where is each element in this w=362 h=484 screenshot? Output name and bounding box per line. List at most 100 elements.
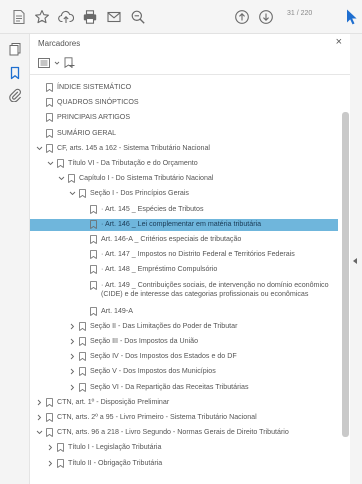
chevron-down-icon[interactable]	[47, 160, 54, 167]
bookmark-icon	[46, 413, 53, 422]
bookmark-label: CTN, arts. 2º a 95 - Livro Primeiro - Si…	[57, 413, 257, 421]
bookmark-label: CF, arts. 145 a 162 - Sistema Tributário…	[57, 143, 210, 152]
panel-title: Marcadores	[38, 39, 81, 48]
chevron-down-icon[interactable]	[69, 190, 76, 197]
bookmark-item[interactable]: Seção II - Das Limitações do Poder de Tr…	[30, 321, 338, 336]
bookmark-item[interactable]: Seção VI - Da Repartição das Receitas Tr…	[30, 382, 338, 397]
bookmark-item[interactable]: ÍNDICE SISTEMÁTICO	[30, 82, 338, 97]
page-down-icon[interactable]	[258, 9, 274, 25]
email-icon[interactable]	[106, 9, 122, 25]
chevron-right-icon[interactable]	[47, 444, 54, 451]
chevron-right-icon[interactable]	[69, 384, 76, 391]
close-icon[interactable]: ×	[336, 37, 342, 48]
chevron-right-icon[interactable]	[69, 338, 76, 345]
pages-icon[interactable]	[8, 42, 22, 56]
bookmark-item[interactable]: Seção V - Dos Impostos dos Municípios	[30, 366, 338, 381]
bookmark-label: Seção V - Dos Impostos dos Municípios	[90, 367, 216, 376]
bookmark-label: · Art. 149 _ Contribuições sociais, de i…	[101, 280, 329, 298]
bookmark-item[interactable]: Seção IV - Dos Impostos dos Estados e do…	[30, 351, 338, 366]
bookmark-item[interactable]: CTN, arts. 2º a 95 - Livro Primeiro - Si…	[30, 412, 338, 427]
cursor-icon[interactable]	[344, 8, 358, 26]
bookmark-icon	[90, 306, 97, 316]
bookmark-icon	[57, 458, 64, 468]
bookmark-label: Título I - Legislação Tributária	[68, 443, 162, 452]
bookmark-item[interactable]: Título VI - Da Tributação e do Orçamento	[30, 158, 338, 173]
zoom-icon[interactable]	[130, 9, 146, 25]
bookmarks-icon[interactable]	[8, 66, 22, 80]
chevron-right-icon[interactable]	[36, 399, 43, 406]
bookmark-item[interactable]: Capítulo I - Do Sistema Tributário Nacio…	[30, 173, 338, 188]
bookmark-item[interactable]: Art. 149-A	[30, 306, 338, 321]
star-icon[interactable]	[34, 9, 50, 25]
bookmark-icon	[46, 397, 53, 407]
bookmark-icon	[90, 265, 97, 275]
panel-toolbar	[38, 56, 75, 70]
bookmark-label: · Art. 145 _ Espécies de Tributos	[101, 204, 204, 213]
bookmark-label: Seção VI - Da Repartição das Receitas Tr…	[90, 382, 249, 391]
bookmark-item[interactable]: CF, arts. 145 a 162 - Sistema Tributário…	[30, 143, 338, 158]
bookmark-item-selected[interactable]: · Art. 146 _ Lei complementar em matéria…	[30, 218, 338, 231]
add-bookmark-icon[interactable]	[64, 57, 75, 69]
chevron-right-icon[interactable]	[69, 353, 76, 360]
page-up-icon[interactable]	[234, 9, 250, 25]
bookmark-label: Art. 146-A _ Critérios especiais de trib…	[101, 235, 242, 243]
bookmark-item[interactable]: Seção III - Dos Impostos da União	[30, 336, 338, 351]
collapse-panel-arrow-icon[interactable]	[353, 258, 357, 264]
bookmark-icon	[79, 367, 86, 377]
bookmark-icon	[57, 443, 64, 453]
bookmark-icon	[57, 159, 64, 168]
bookmark-item[interactable]: CTN, art. 1º - Disposição Preliminar	[30, 397, 338, 412]
bookmark-label: SUMÁRIO GERAL	[57, 128, 117, 137]
left-rail	[0, 34, 30, 484]
bookmark-label: PRINCIPAIS ARTIGOS	[57, 113, 131, 122]
bookmark-item[interactable]: PRINCIPAIS ARTIGOS	[30, 112, 338, 127]
bookmark-label: ÍNDICE SISTEMÁTICO	[57, 83, 132, 91]
bookmark-label: Seção III - Dos Impostos da União	[90, 337, 199, 345]
bookmark-item[interactable]: SUMÁRIO GERAL	[30, 128, 338, 143]
attachment-icon[interactable]	[8, 88, 22, 102]
bookmark-item[interactable]: QUADROS SINÓPTICOS	[30, 97, 338, 112]
panel-divider	[30, 74, 350, 75]
chevron-down-icon[interactable]	[36, 429, 43, 436]
bookmark-item[interactable]: Art. 146-A _ Critérios especiais de trib…	[30, 234, 338, 249]
upload-icon[interactable]	[58, 9, 74, 25]
bookmark-label: · Art. 148 _ Empréstimo Compulsório	[101, 265, 218, 274]
bookmark-icon	[90, 204, 97, 214]
bookmark-item[interactable]: Título I - Legislação Tributária	[30, 442, 338, 457]
bookmark-label: Título VI - Da Tributação e do Orçamento	[68, 159, 198, 167]
chevron-down-icon[interactable]	[54, 60, 60, 66]
bookmark-label: · Art. 146 _ Lei complementar em matéria…	[101, 219, 262, 228]
options-icon[interactable]	[38, 58, 50, 68]
chevron-down-icon[interactable]	[36, 145, 43, 152]
page-indicator[interactable]: 31 / 220	[287, 10, 312, 17]
bookmark-icon	[46, 143, 53, 153]
bookmark-item[interactable]: · Art. 145 _ Espécies de Tributos	[30, 204, 338, 219]
top-toolbar: 31 / 220	[0, 0, 362, 34]
bookmark-icon	[90, 250, 97, 260]
scrollbar-thumb[interactable]	[342, 112, 349, 437]
bookmark-item[interactable]: · Art. 147 _ Impostos no Distrito Federa…	[30, 249, 338, 264]
chevron-right-icon[interactable]	[47, 460, 54, 467]
bookmark-label: Título II - Obrigação Tributária	[68, 458, 163, 467]
bookmark-label: · Art. 147 _ Impostos no Distrito Federa…	[101, 250, 295, 259]
print-icon[interactable]	[82, 9, 98, 25]
bookmark-item[interactable]: · Art. 148 _ Empréstimo Compulsório	[30, 264, 338, 279]
bookmark-label: CTN, art. 1º - Disposição Preliminar	[57, 397, 170, 406]
bookmark-icon	[46, 113, 53, 123]
bookmark-item[interactable]: · Art. 149 _ Contribuições sociais, de i…	[30, 280, 338, 306]
chevron-right-icon[interactable]	[69, 323, 76, 330]
bookmark-item[interactable]: Título II - Obrigação Tributária	[30, 458, 338, 473]
bookmark-icon	[46, 98, 53, 108]
bookmark-item[interactable]: CTN, arts. 96 a 218 - Livro Segundo - No…	[30, 427, 338, 442]
chevron-right-icon[interactable]	[36, 414, 43, 421]
bookmark-label: Seção I - Dos Princípios Gerais	[90, 189, 189, 198]
bookmark-icon	[79, 321, 86, 331]
bookmark-icon	[79, 382, 86, 392]
bookmark-icon	[46, 128, 53, 138]
chevron-down-icon[interactable]	[58, 175, 65, 182]
chevron-right-icon[interactable]	[69, 368, 76, 375]
bookmark-label: CTN, arts. 96 a 218 - Livro Segundo - No…	[57, 428, 289, 437]
bookmark-icon	[68, 174, 75, 184]
document-icon[interactable]	[11, 9, 27, 25]
bookmark-item[interactable]: Seção I - Dos Princípios Gerais	[30, 188, 338, 203]
